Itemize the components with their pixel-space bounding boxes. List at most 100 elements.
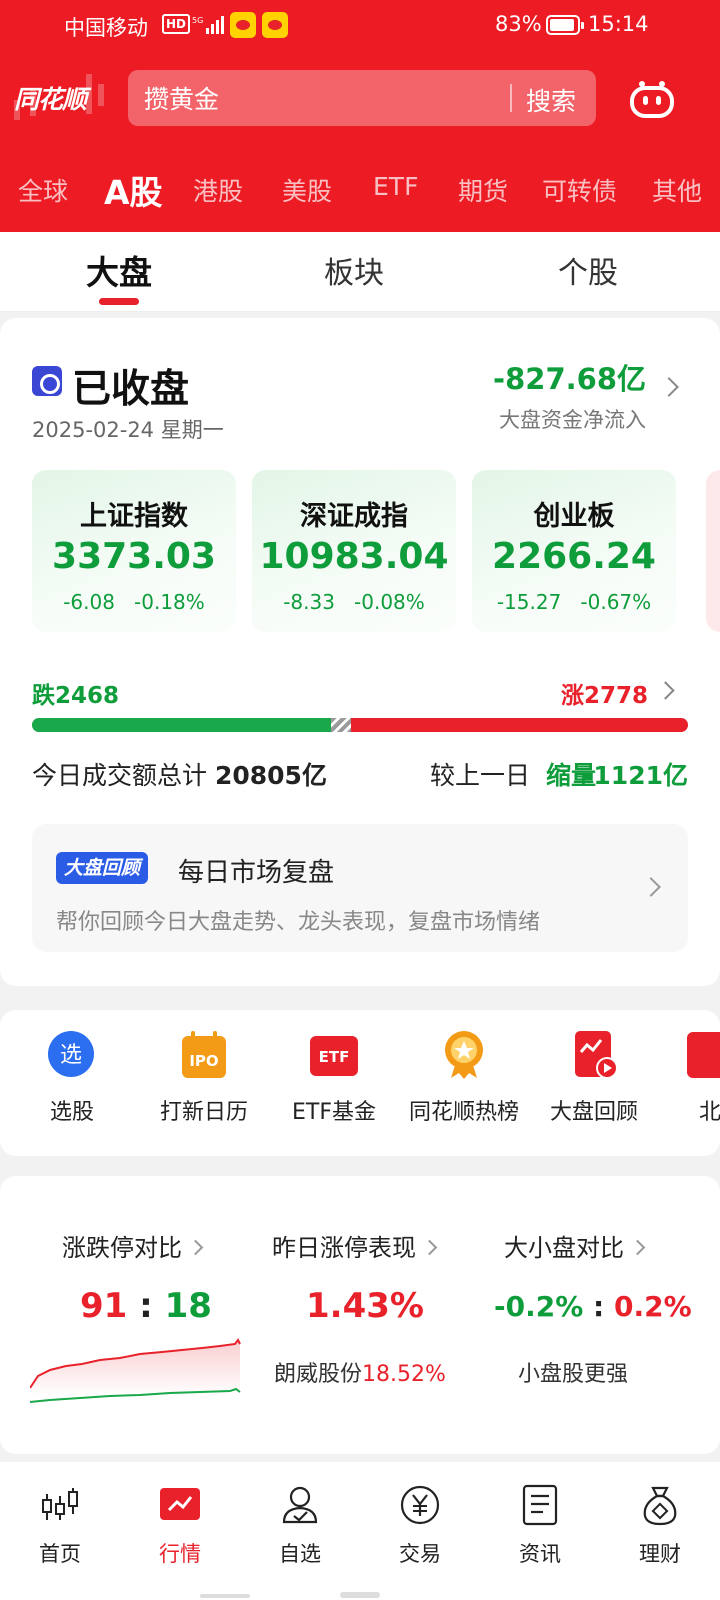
shortcut-market-review[interactable]: 大盘回顾	[528, 1030, 660, 1126]
nav-label: 资讯	[519, 1542, 561, 1566]
index-change: -6.08 -0.18%	[63, 590, 205, 614]
market-tabs: 全球 A股 港股 美股 ETF 期货 可转债 其他	[0, 168, 720, 212]
chevron-right-icon	[641, 877, 661, 897]
tab-convertible-bonds[interactable]: 可转债	[542, 172, 617, 208]
trade-date: 2025-02-24 星期一	[32, 418, 224, 442]
shortcut-label: ETF基金	[292, 1100, 376, 1125]
tab-other[interactable]: 其他	[652, 172, 702, 208]
shortcut-label: 同花顺热榜	[408, 1100, 519, 1125]
review-title: 每日市场复盘	[178, 858, 335, 888]
wealth-bag-icon	[643, 1486, 677, 1526]
nav-label: 理财	[639, 1542, 681, 1566]
limit-compare-title[interactable]: 涨跌停对比	[62, 1228, 201, 1263]
market-chart-icon	[160, 1488, 200, 1520]
turnover-compare-label: 较上一日	[429, 761, 530, 790]
index-value: 2266.24	[492, 536, 656, 577]
size-compare-title[interactable]: 大小盘对比	[504, 1228, 643, 1263]
index-value: 10983.04	[259, 536, 449, 577]
size-compare-value[interactable]: -0.2% : 0.2%	[494, 1290, 692, 1323]
trade-yen-icon	[400, 1485, 440, 1525]
search-divider	[510, 84, 512, 112]
svg-text:ETF: ETF	[319, 1048, 350, 1066]
tab-futures[interactable]: 期货	[458, 172, 508, 208]
search-button[interactable]: 搜索	[526, 82, 576, 118]
bottom-nav: 首页 行情 自选 交易 资讯 理财	[0, 1462, 720, 1600]
signal-icon: 5G	[192, 16, 224, 34]
index-card-next-peek[interactable]	[706, 470, 720, 632]
shortcut-select-stock[interactable]: 选 选股	[6, 1030, 138, 1126]
tab-hk-shares[interactable]: 港股	[193, 172, 243, 208]
daily-review-banner[interactable]: 大盘回顾 每日市场复盘 帮你回顾今日大盘走势、龙头表现，复盘市场情绪	[32, 824, 688, 952]
nav-trade[interactable]: 交易	[360, 1484, 480, 1568]
tab-individual-stocks[interactable]: 个股	[558, 248, 618, 292]
tab-market-overview[interactable]: 大盘	[86, 246, 152, 294]
review-badge: 大盘回顾	[56, 852, 149, 884]
tab-us-shares[interactable]: 美股	[282, 172, 332, 208]
turnover-total: 今日成交额总计 20805亿	[32, 761, 327, 790]
tab-global[interactable]: 全球	[18, 172, 68, 208]
shortcut-north[interactable]: 北	[644, 1030, 720, 1126]
shortcut-ipo-calendar[interactable]: IPO 打新日历	[138, 1030, 270, 1126]
nav-label: 行情	[159, 1542, 201, 1566]
app-logo[interactable]: 同花顺	[14, 80, 87, 116]
nav-wealth[interactable]: 理财	[600, 1484, 720, 1568]
carrier-label: 中国移动	[64, 16, 148, 40]
tab-etf[interactable]: ETF	[373, 172, 418, 201]
decliners-bar	[32, 718, 331, 732]
shortcut-hot-list[interactable]: 同花顺热榜	[398, 1030, 530, 1126]
tab-a-shares[interactable]: A股	[104, 168, 163, 212]
index-card-shenzhen[interactable]: 深证成指 10983.04 -8.33 -0.08%	[252, 470, 456, 632]
nav-market[interactable]: 行情	[120, 1484, 240, 1568]
nav-news[interactable]: 资讯	[480, 1484, 600, 1568]
index-card-shanghai[interactable]: 上证指数 3373.03 -6.08 -0.18%	[32, 470, 236, 632]
index-card-chinext[interactable]: 创业板 2266.24 -15.27 -0.67%	[472, 470, 676, 632]
decliners-count[interactable]: 跌2468	[32, 676, 119, 710]
network-label: 5G	[192, 16, 203, 25]
advancers-count[interactable]: 涨2778	[561, 676, 648, 710]
market-status: 已收盘	[72, 367, 190, 412]
market-breadth-bar	[32, 718, 688, 732]
chevron-right-icon[interactable]	[659, 377, 679, 397]
hd-badge: HD	[162, 14, 191, 34]
active-tab-indicator	[99, 298, 139, 305]
clock: 15:14	[588, 12, 649, 36]
top-limitup-stock[interactable]: 朗威股份18.52%	[274, 1356, 446, 1388]
sub-tabs: 大盘 板块 个股	[0, 232, 720, 312]
hot-list-icon	[445, 1031, 483, 1079]
shortcut-label: 大盘回顾	[549, 1100, 638, 1125]
search-input[interactable]	[144, 83, 504, 112]
nav-label: 自选	[279, 1542, 321, 1566]
flat-bar	[331, 718, 351, 732]
search-bar[interactable]: 搜索	[128, 70, 596, 126]
nav-watchlist[interactable]: 自选	[240, 1484, 360, 1568]
ipo-calendar-icon: IPO	[182, 1031, 226, 1078]
robot-icon[interactable]	[628, 78, 676, 120]
review-description: 帮你回顾今日大盘走势、龙头表现，复盘市场情绪	[56, 910, 541, 935]
app-header: 中国移动 HD 5G 83% 15:14 同花顺 搜索 全球 A股 港股 美股 …	[0, 0, 720, 232]
nav-home[interactable]: 首页	[0, 1484, 120, 1568]
market-stats-card: 涨跌停对比 91 : 18 昨日涨停表现 1.43% 朗威股份18.52% 大小…	[0, 1176, 720, 1454]
etf-icon: ETF	[310, 1036, 358, 1076]
index-change: -15.27 -0.67%	[496, 590, 652, 614]
index-name: 创业板	[533, 501, 615, 532]
nav-label: 首页	[39, 1542, 81, 1566]
size-compare-note: 小盘股更强	[518, 1362, 629, 1387]
yesterday-limitup-value[interactable]: 1.43%	[306, 1286, 424, 1326]
market-review-icon	[575, 1031, 618, 1079]
nav-label: 交易	[399, 1542, 441, 1566]
svg-text:IPO: IPO	[189, 1052, 218, 1070]
index-name: 深证成指	[300, 501, 408, 532]
index-name: 上证指数	[80, 501, 188, 532]
weibo-notification-icon	[230, 12, 256, 38]
tab-sectors[interactable]: 板块	[324, 248, 384, 292]
net-inflow-label[interactable]: 大盘资金净流入	[499, 404, 646, 434]
news-doc-icon	[522, 1484, 558, 1526]
gesture-bar	[200, 1592, 380, 1598]
shortcut-etf-fund[interactable]: ETF ETF基金	[268, 1030, 400, 1126]
yesterday-limitup-title[interactable]: 昨日涨停表现	[272, 1228, 435, 1263]
limit-compare-value[interactable]: 91 : 18	[80, 1286, 212, 1326]
north-icon	[687, 1032, 720, 1078]
weibo-notification-icon	[262, 12, 288, 38]
chevron-right-icon[interactable]	[656, 681, 675, 700]
net-inflow-value[interactable]: -827.68亿	[493, 356, 646, 398]
